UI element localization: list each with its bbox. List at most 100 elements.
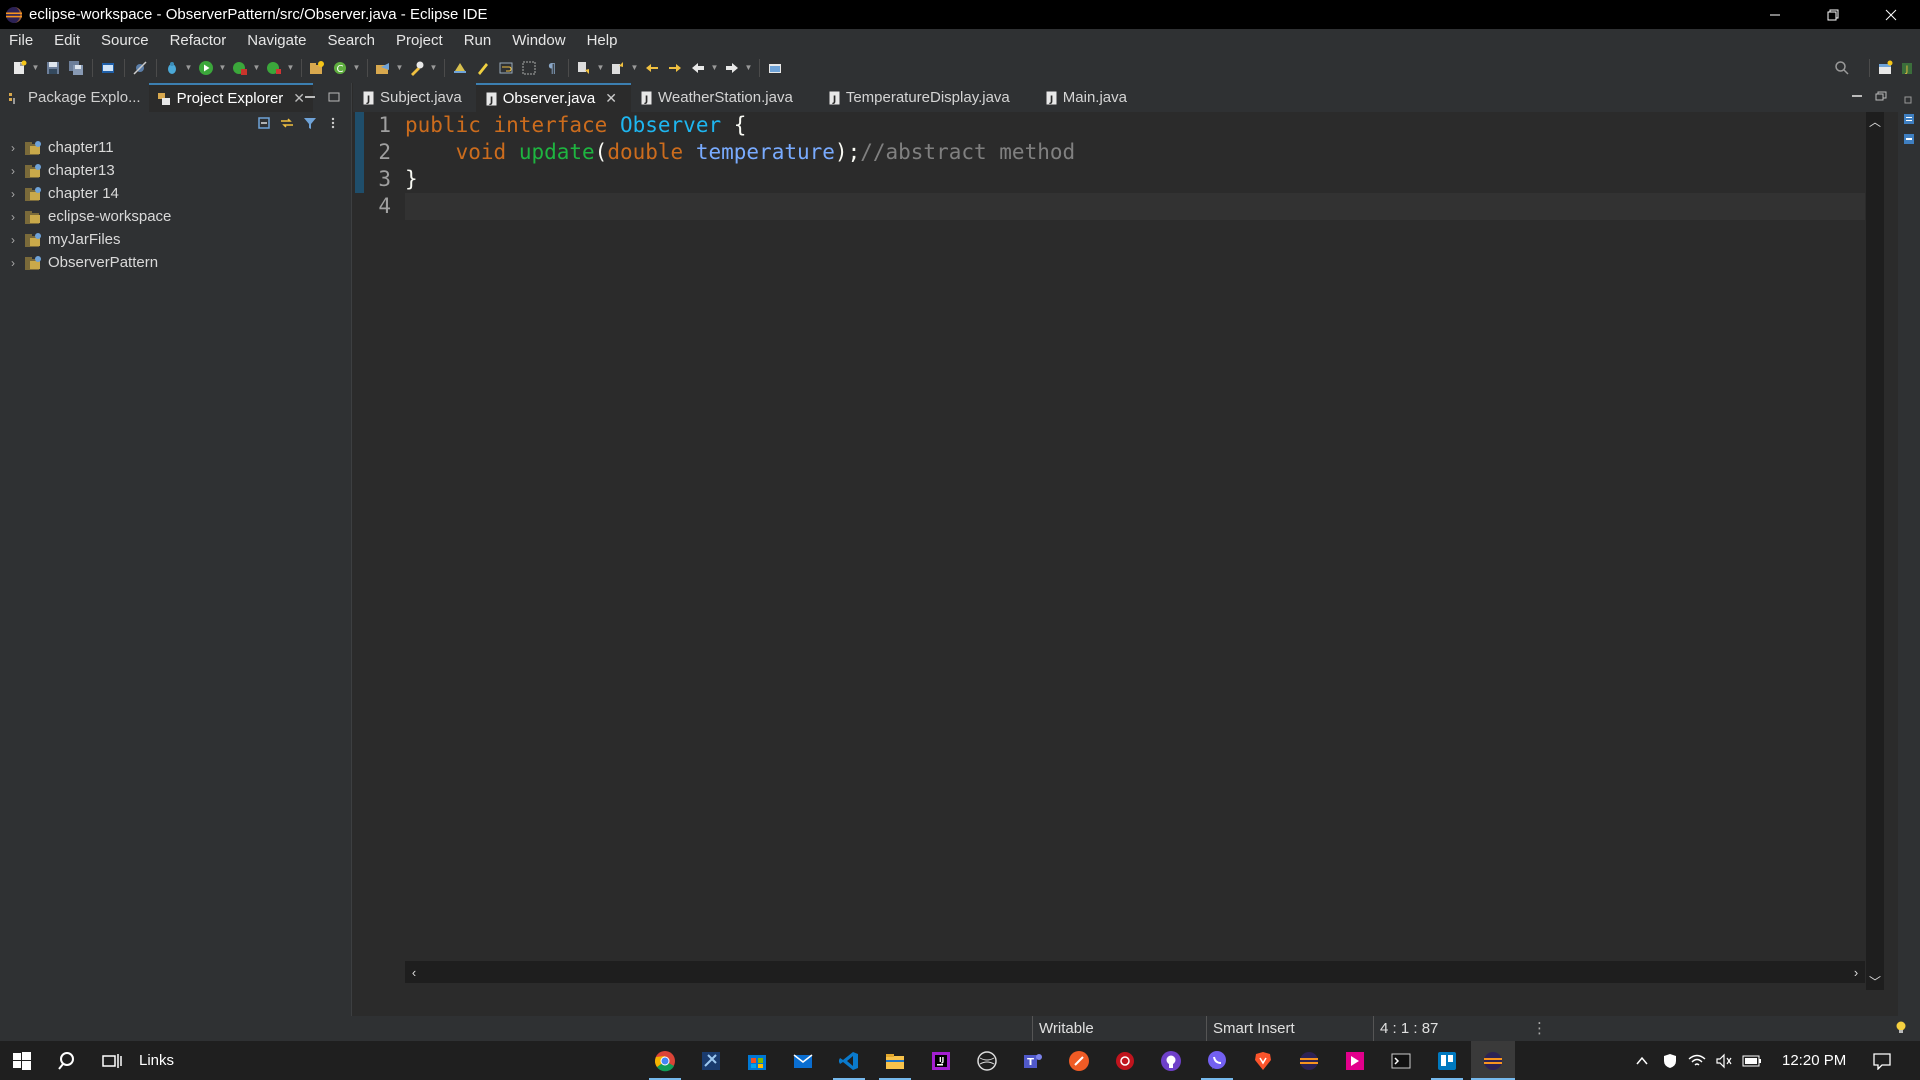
new-class-dropdown[interactable]: ▼ [352, 57, 361, 79]
terminal-button[interactable] [97, 57, 119, 79]
tree-item-eclipse-workspace[interactable]: › eclipse-workspace [0, 205, 351, 228]
tab-observer-java[interactable]: J Observer.java ✕ [475, 83, 631, 112]
save-all-button[interactable] [65, 57, 87, 79]
tab-package-explorer[interactable]: Package Explo... [0, 83, 149, 112]
toggle-word-wrap-button[interactable] [495, 57, 517, 79]
start-button[interactable] [0, 1041, 44, 1080]
taskbar-terminal[interactable] [1379, 1041, 1423, 1080]
tree-item-chapter11[interactable]: › chapter11 [0, 136, 351, 159]
menu-help[interactable]: Help [578, 32, 630, 49]
code-text[interactable]: public interface Observer { void update(… [405, 112, 1865, 990]
external-tools-button[interactable] [263, 57, 285, 79]
tab-project-explorer[interactable]: Project Explorer ✕ [148, 83, 314, 112]
taskbar-eclipse-ide[interactable] [1471, 1041, 1515, 1080]
block-selection-button[interactable] [518, 57, 540, 79]
menu-source[interactable]: Source [92, 32, 161, 49]
open-type-dropdown[interactable]: ▼ [395, 57, 404, 79]
run-button[interactable] [195, 57, 217, 79]
coverage-dropdown[interactable]: ▼ [252, 57, 261, 79]
close-button[interactable] [1862, 0, 1920, 29]
tree-item-observerpattern[interactable]: › ObserverPattern [0, 251, 351, 274]
global-search-button[interactable] [1831, 57, 1853, 79]
save-button[interactable] [42, 57, 64, 79]
next-annotation-button[interactable] [573, 57, 595, 79]
chevron-right-icon[interactable]: › [6, 233, 20, 247]
vertical-scrollbar[interactable]: ︿ ﹀ [1866, 112, 1884, 990]
menu-window[interactable]: Window [503, 32, 577, 49]
open-perspective-button[interactable] [1874, 57, 1896, 79]
menu-navigate[interactable]: Navigate [238, 32, 318, 49]
menu-refactor[interactable]: Refactor [161, 32, 239, 49]
task-list-view-button[interactable] [1902, 133, 1916, 145]
skip-breakpoints-button[interactable] [129, 57, 151, 79]
forward-dropdown[interactable]: ▼ [744, 57, 753, 79]
taskbar-microsoft-store[interactable] [735, 1041, 779, 1080]
new-button[interactable] [8, 57, 30, 79]
chevron-right-icon[interactable]: › [6, 256, 20, 270]
minimize-button[interactable] [1746, 0, 1804, 29]
minimize-view-button[interactable] [301, 90, 319, 104]
scroll-right-icon[interactable]: › [1847, 961, 1865, 983]
open-type-button[interactable] [372, 57, 394, 79]
search-button[interactable] [406, 57, 428, 79]
new-dropdown[interactable]: ▼ [31, 57, 40, 79]
taskbar-chrome[interactable] [643, 1041, 687, 1080]
code-editor[interactable]: 1 2 3 4 public interface Observer { void… [353, 112, 1898, 990]
show-hidden-icons-button[interactable] [1628, 1041, 1656, 1080]
forward-button[interactable] [721, 57, 743, 79]
new-package-button[interactable]: C [329, 57, 351, 79]
previous-annotation-button[interactable] [607, 57, 629, 79]
taskbar-trello[interactable] [1425, 1041, 1469, 1080]
restore-trim-button[interactable] [1902, 93, 1916, 105]
tab-weatherstation-java[interactable]: J WeatherStation.java [631, 83, 807, 112]
taskbar-app-pink[interactable] [1333, 1041, 1377, 1080]
task-view-button[interactable] [90, 1041, 134, 1080]
battery-tray-button[interactable] [1738, 1041, 1766, 1080]
tree-item-chapter13[interactable]: › chapter13 [0, 159, 351, 182]
tree-item-chapter-14[interactable]: › chapter 14 [0, 182, 351, 205]
view-menu-button[interactable] [323, 114, 343, 132]
status-cursor-position[interactable]: 4 : 1 : 87 [1373, 1016, 1533, 1041]
links-toolbar[interactable]: Links [139, 1041, 174, 1080]
tab-main-java[interactable]: J Main.java [1024, 83, 1141, 112]
tab-subject-java[interactable]: J Subject.java [353, 83, 476, 112]
filter-button[interactable] [300, 114, 320, 132]
status-insert-mode[interactable]: Smart Insert [1206, 1016, 1372, 1041]
chevron-right-icon[interactable]: › [6, 187, 20, 201]
scroll-left-icon[interactable]: ‹ [405, 961, 423, 983]
toggle-ant-button[interactable] [449, 57, 471, 79]
next-annotation-dropdown[interactable]: ▼ [596, 57, 605, 79]
taskbar-clock[interactable]: 12:20 PM [1782, 1041, 1846, 1080]
taskbar-teams[interactable]: T [1011, 1041, 1055, 1080]
show-whitespace-button[interactable]: ¶ [541, 57, 563, 79]
status-overflow-button[interactable] [1893, 1020, 1909, 1040]
taskbar-snipping-tool[interactable] [689, 1041, 733, 1080]
wifi-tray-button[interactable] [1684, 1041, 1710, 1080]
close-tab-icon[interactable]: ✕ [605, 90, 617, 107]
java-perspective-button[interactable]: J [1897, 57, 1919, 79]
external-tools-dropdown[interactable]: ▼ [286, 57, 295, 79]
horizontal-scrollbar[interactable]: ‹ › [405, 961, 1865, 983]
minimize-editor-button[interactable] [1848, 89, 1866, 103]
taskbar-viber[interactable] [1195, 1041, 1239, 1080]
taskbar-mail[interactable] [781, 1041, 825, 1080]
scroll-up-icon[interactable]: ︿ [1866, 112, 1884, 130]
volume-tray-button[interactable] [1711, 1041, 1737, 1080]
menu-edit[interactable]: Edit [45, 32, 92, 49]
taskbar-file-explorer[interactable] [873, 1041, 917, 1080]
forward-edit-button[interactable] [664, 57, 686, 79]
link-with-editor-button[interactable] [277, 114, 297, 132]
status-bar-menu-icon[interactable]: ⋮ [1532, 1016, 1547, 1041]
chevron-right-icon[interactable]: › [6, 210, 20, 224]
taskbar-brave[interactable] [1241, 1041, 1285, 1080]
coverage-button[interactable] [229, 57, 251, 79]
pin-editor-button[interactable] [764, 57, 786, 79]
tree-item-myjarfiles[interactable]: › myJarFiles [0, 228, 351, 251]
menu-file[interactable]: File [0, 32, 45, 49]
previous-annotation-dropdown[interactable]: ▼ [630, 57, 639, 79]
taskbar-vscode[interactable] [827, 1041, 871, 1080]
chevron-right-icon[interactable]: › [6, 141, 20, 155]
taskbar-github-desktop[interactable] [1149, 1041, 1193, 1080]
scroll-down-icon[interactable]: ﹀ [1866, 972, 1884, 990]
taskbar-steam-like[interactable] [965, 1041, 1009, 1080]
